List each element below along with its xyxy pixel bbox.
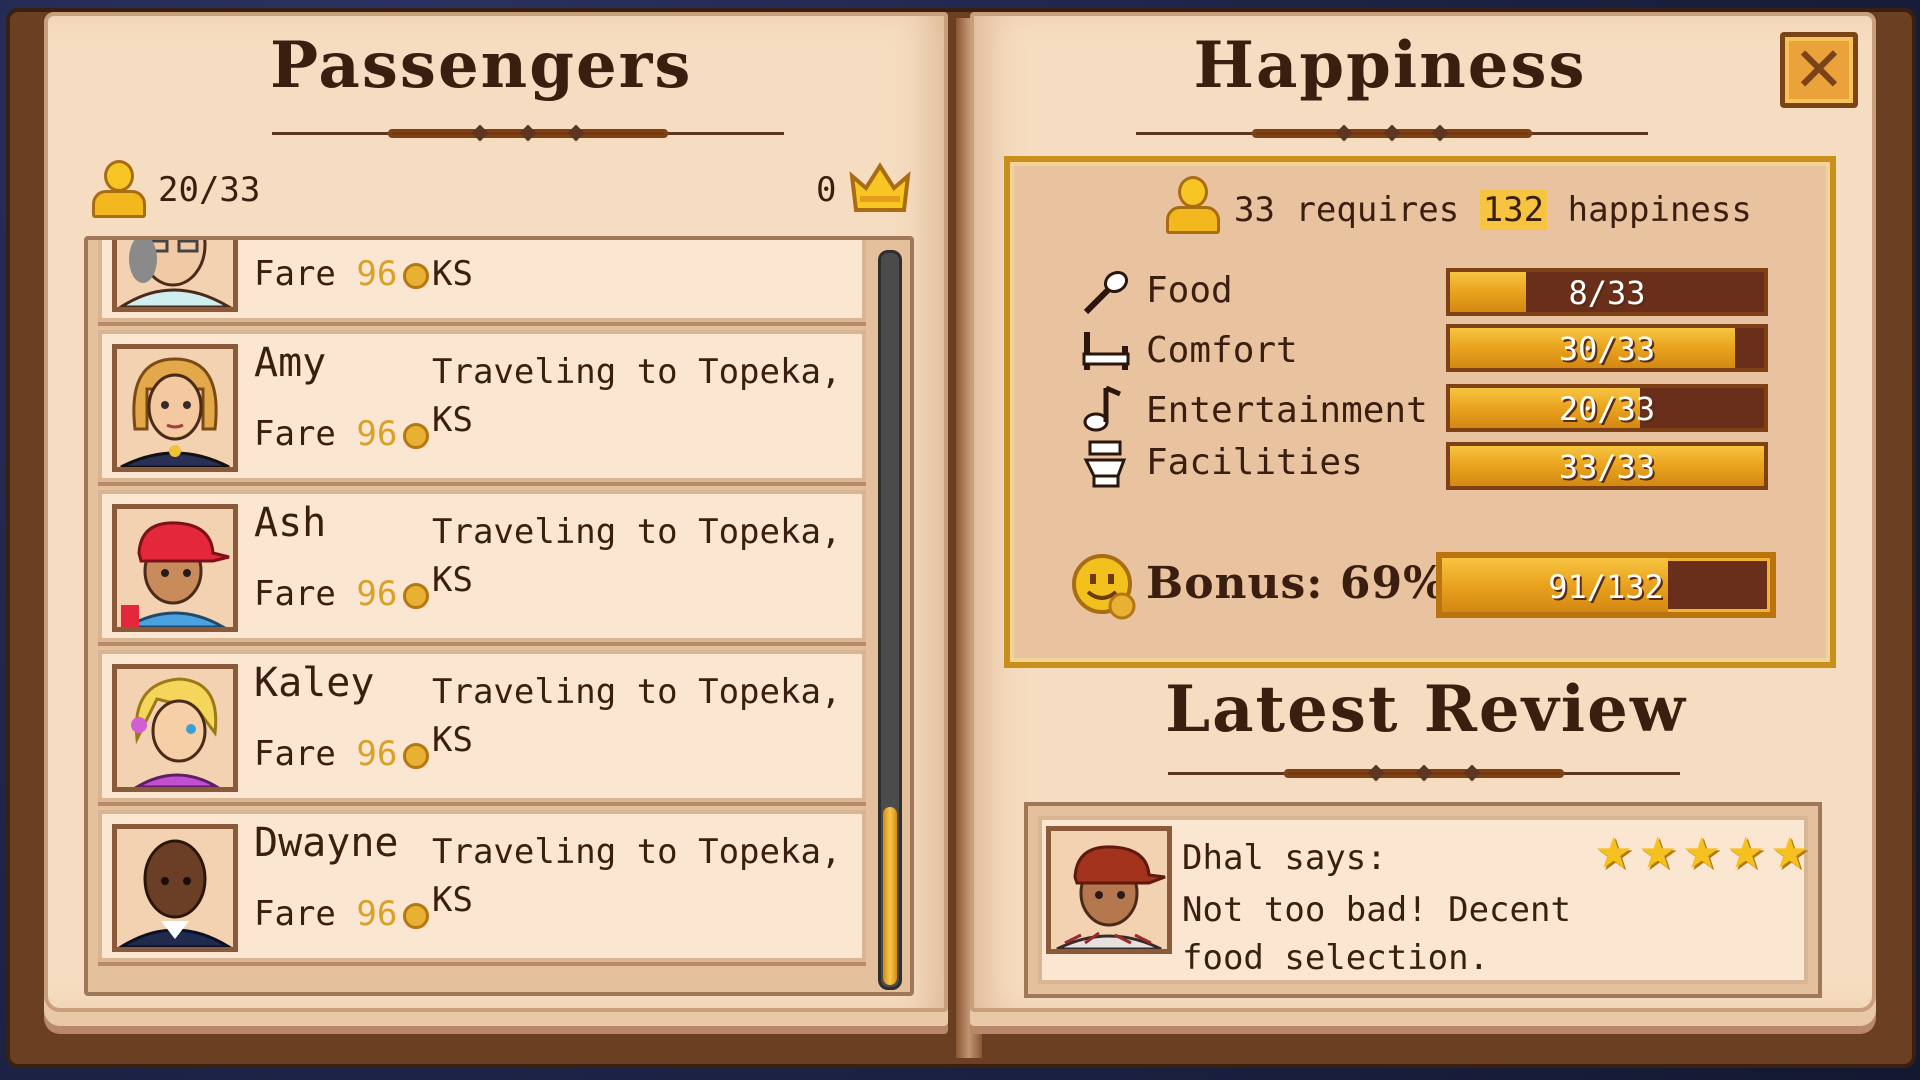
star-icon: ★	[1770, 828, 1810, 879]
music-note-icon	[1083, 385, 1121, 432]
list-item[interactable]: Ash Fare 96 Traveling to Topeka, KS	[98, 490, 866, 642]
passenger-count-icon	[90, 160, 148, 222]
passenger-count: 20/33	[158, 170, 261, 210]
passenger-destination: Traveling to Topeka, KS	[432, 352, 842, 440]
passenger-portrait	[112, 824, 238, 952]
star-icon: ★	[1638, 828, 1678, 879]
passenger-portrait	[112, 504, 238, 632]
smiley-icon	[1072, 554, 1136, 620]
passenger-fare: Fare 96	[254, 734, 430, 774]
passenger-portrait	[112, 240, 238, 312]
stat-label-entertainment: Entertainment	[1146, 390, 1428, 431]
passengers-title: Passengers	[270, 28, 693, 103]
happiness-title: Happiness	[1193, 28, 1587, 103]
scrollbar-thumb[interactable]	[883, 807, 897, 985]
coin-icon	[403, 583, 430, 609]
facilities-bar: 33/33	[1446, 442, 1768, 490]
review-rating: ★ ★ ★ ★ ★	[1594, 828, 1810, 879]
bonus-bar: 91/132	[1436, 552, 1776, 618]
entertainment-bar: 20/33	[1446, 384, 1768, 432]
close-button[interactable]: ✕	[1780, 32, 1858, 108]
stat-label-facilities: Facilities	[1146, 442, 1363, 483]
passenger-fare: Fare 96	[254, 574, 430, 614]
stat-label-comfort: Comfort	[1146, 330, 1298, 371]
coin-icon	[403, 743, 430, 769]
spoon-icon	[1083, 270, 1129, 315]
passenger-fare: Fare 96	[254, 414, 430, 454]
passenger-icon	[1164, 176, 1222, 238]
latest-review-title: Latest Review	[1165, 672, 1687, 747]
happiness-requirement: 33 requires 132 happiness	[1234, 190, 1752, 230]
passenger-destination: Traveling to Topeka, KS	[432, 832, 842, 920]
passenger-name: Dwayne	[254, 820, 399, 866]
coin-icon	[403, 263, 430, 289]
bed-icon	[1082, 332, 1130, 370]
passenger-portrait	[112, 664, 238, 792]
close-icon: ✕	[1793, 33, 1845, 106]
list-item[interactable]: Fare 96 KS	[98, 240, 866, 322]
list-item[interactable]: Amy Fare 96 Traveling to Topeka, KS	[98, 330, 866, 482]
star-icon: ★	[1682, 828, 1722, 879]
passenger-destination: Traveling to Topeka, KS	[432, 512, 842, 600]
review-text: Not too bad! Decent food selection.	[1182, 890, 1571, 978]
passenger-list[interactable]: Fare 96 KS Amy Fare 96 Traveling to Tope…	[84, 236, 914, 996]
passenger-fare: Fare 96	[254, 254, 430, 294]
list-scrollbar[interactable]	[878, 250, 902, 990]
coin-icon	[403, 903, 430, 929]
toilet-icon	[1083, 440, 1127, 488]
title-ornament	[1136, 124, 1648, 142]
crown-icon	[849, 162, 911, 212]
coin-icon	[403, 423, 430, 449]
passenger-name: Ash	[254, 500, 327, 546]
star-icon: ★	[1726, 828, 1766, 879]
reviewer-name: Dhal says:	[1182, 838, 1387, 878]
passenger-destination: KS	[432, 254, 473, 294]
stat-label-food: Food	[1146, 270, 1233, 311]
food-bar: 8/33	[1446, 268, 1768, 316]
star-icon: ★	[1594, 828, 1634, 879]
vip-count: 0	[816, 170, 837, 210]
passenger-destination: Traveling to Topeka, KS	[432, 672, 842, 760]
title-ornament	[1168, 764, 1680, 782]
passenger-name: Kaley	[254, 660, 375, 706]
comfort-bar: 30/33	[1446, 324, 1768, 372]
title-ornament	[272, 124, 784, 142]
passenger-fare: Fare 96	[254, 894, 430, 934]
passenger-name: Amy	[254, 340, 327, 386]
list-item[interactable]: Kaley Fare 96 Traveling to Topeka, KS	[98, 650, 866, 802]
list-item[interactable]: Dwayne Fare 96 Traveling to Topeka, KS	[98, 810, 866, 962]
reviewer-portrait	[1046, 826, 1172, 954]
bonus-label: Bonus: 69%	[1146, 558, 1446, 609]
passenger-portrait	[112, 344, 238, 472]
review-card: Dhal says: Not too bad! Decent food sele…	[1024, 802, 1822, 998]
